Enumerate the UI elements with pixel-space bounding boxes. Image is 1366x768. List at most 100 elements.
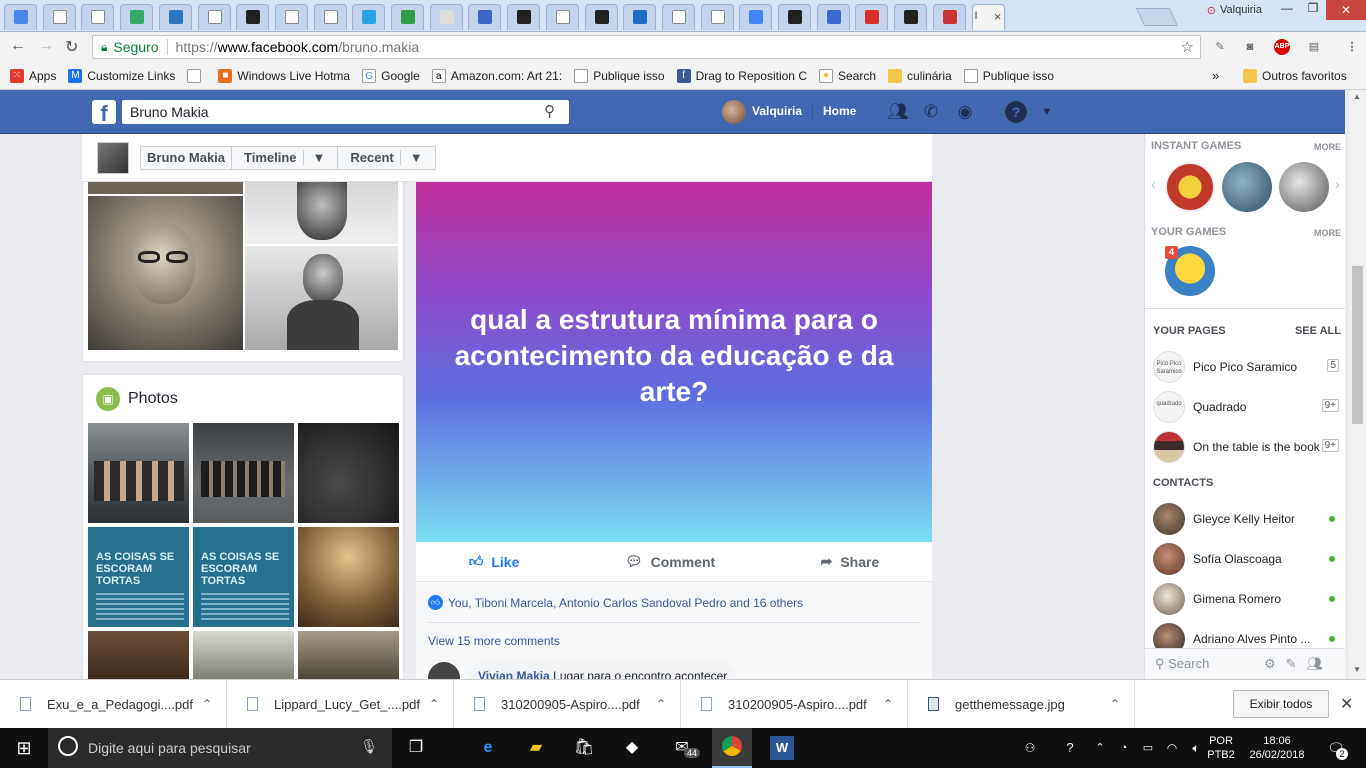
bookmark-item[interactable]: G Google: [362, 68, 420, 83]
extension-camera-icon[interactable]: ◙: [1242, 39, 1258, 55]
tray-chevron-icon[interactable]: ⌃: [1088, 736, 1112, 760]
chevron-up-icon[interactable]: ⌃: [429, 697, 439, 711]
page-item[interactable]: Pico Pico Saramico Pico Pico Saramico 5: [1153, 350, 1343, 384]
browser-profile[interactable]: ⊙ Valquiria: [1207, 4, 1262, 17]
chevron-right-icon[interactable]: ›: [1335, 176, 1340, 192]
close-downloads-icon[interactable]: ✕: [1340, 694, 1353, 714]
browser-tab[interactable]: [932, 4, 966, 30]
download-item[interactable]: 310200905-Aspiro....pdf ⌃: [681, 680, 908, 728]
timeline-dropdown[interactable]: Timeline ▼: [232, 147, 339, 169]
browser-tab[interactable]: [661, 4, 695, 30]
chat-options-icons[interactable]: ⚙✎👥︎: [1264, 649, 1333, 679]
download-item[interactable]: Exu_e_a_Pedagogi....pdf ⌃: [0, 680, 227, 728]
browser-tab[interactable]: [700, 4, 734, 30]
bookmarks-overflow[interactable]: »: [1212, 68, 1219, 83]
photos-title[interactable]: Photos: [128, 390, 178, 408]
bookmark-item[interactable]: M Customize Links: [68, 68, 175, 83]
bookmark-item[interactable]: Publique isso: [963, 68, 1054, 83]
extension-doc-icon[interactable]: ▤: [1306, 39, 1322, 55]
chevron-up-icon[interactable]: ⌃: [656, 697, 666, 711]
wifi-icon[interactable]: ◠: [1160, 736, 1184, 760]
instant-games-more[interactable]: MORE: [1314, 142, 1341, 152]
chevron-up-icon[interactable]: ⌃: [202, 697, 212, 711]
browser-tab[interactable]: [42, 4, 76, 30]
recent-dropdown[interactable]: Recent ▼: [338, 147, 434, 169]
windows-start-icon[interactable]: ⊞: [12, 736, 36, 760]
page-item[interactable]: quadrado Quadrado 9+: [1153, 390, 1343, 424]
browser-tab[interactable]: [507, 4, 541, 30]
clock[interactable]: 18:06 26/02/2018: [1244, 734, 1310, 762]
bookmark-item[interactable]: [187, 68, 206, 83]
your-games-more[interactable]: MORE: [1314, 228, 1341, 238]
browser-tab[interactable]: [81, 4, 115, 30]
store-icon[interactable]: 🛍︎: [572, 736, 596, 760]
browser-tab[interactable]: [739, 4, 773, 30]
file-explorer-icon[interactable]: ▰: [524, 736, 548, 760]
photo-thumb[interactable]: [88, 423, 189, 523]
friends-icon[interactable]: 👥︎: [887, 101, 909, 123]
contact-item[interactable]: Gleyce Kelly Heitor: [1153, 502, 1343, 536]
messenger-icon[interactable]: ✆: [920, 101, 942, 123]
user-avatar[interactable]: [722, 100, 746, 124]
chevron-up-icon[interactable]: ⌃: [1110, 697, 1120, 711]
featured-photo[interactable]: [88, 196, 243, 350]
chrome-taskbar-button[interactable]: [712, 728, 752, 768]
browser-tab[interactable]: [778, 4, 811, 30]
browser-tab[interactable]: [623, 4, 657, 30]
browser-tab[interactable]: I ×: [971, 4, 1005, 30]
account-menu-icon[interactable]: ▼: [1036, 101, 1058, 123]
restore-button[interactable]: ❐: [1300, 1, 1326, 19]
chat-search-input[interactable]: ⚲ Search ⚙✎👥︎: [1145, 648, 1345, 679]
comment-button[interactable]: 💬︎ Comment: [625, 553, 715, 570]
download-item[interactable]: 310200905-Aspiro....pdf ⌃: [454, 680, 681, 728]
bookmark-item[interactable]: ✶ Search: [818, 68, 876, 83]
browser-tab[interactable]: [468, 4, 502, 30]
close-tab-icon[interactable]: ×: [994, 9, 1002, 24]
photo-thumb[interactable]: [193, 631, 294, 681]
uno-game-icon[interactable]: [1165, 162, 1215, 212]
browser-tab[interactable]: [313, 4, 347, 30]
reload-icon[interactable]: ↻: [65, 37, 78, 57]
page-scrollbar[interactable]: ▲ ▼: [1349, 90, 1366, 679]
word-icon[interactable]: W: [770, 736, 794, 760]
scroll-up-icon[interactable]: ▲: [1353, 92, 1361, 101]
contact-item[interactable]: Sofía Olascoaga: [1153, 542, 1343, 576]
new-tab-button[interactable]: [1135, 8, 1179, 26]
page-item[interactable]: On the table is the book 9+: [1153, 430, 1343, 464]
photo-thumb[interactable]: [298, 631, 399, 681]
profile-link[interactable]: Valquiria: [752, 104, 802, 118]
browser-tab[interactable]: [236, 4, 270, 30]
home-link[interactable]: Home: [823, 104, 856, 118]
bookmark-item[interactable]: f Drag to Reposition C: [676, 68, 807, 83]
browser-tab[interactable]: [816, 4, 850, 30]
download-item[interactable]: getthemessage.jpg ⌃: [908, 680, 1135, 728]
tray-icon[interactable]: ◔: [1112, 736, 1136, 760]
other-favorites[interactable]: Outros favoritos: [1243, 69, 1347, 83]
browser-tab[interactable]: [584, 4, 618, 30]
browser-tab[interactable]: [391, 4, 424, 30]
browser-tab[interactable]: [197, 4, 231, 30]
forward-icon[interactable]: →: [38, 37, 54, 55]
scroll-down-icon[interactable]: ▼: [1353, 665, 1361, 674]
bookmark-item[interactable]: Publique isso: [574, 68, 665, 83]
featured-photo[interactable]: [245, 182, 398, 244]
likers-line[interactable]: 👍︎ You, Tiboni Marcela, Antonio Carlos Sa…: [428, 595, 803, 610]
bookmark-star-icon[interactable]: ☆: [1181, 38, 1194, 56]
bookmark-item[interactable]: a Amazon.com: Art 21:: [431, 68, 562, 83]
like-button[interactable]: 👍︎ Like: [469, 553, 520, 570]
browser-tab[interactable]: [120, 4, 154, 30]
back-icon[interactable]: ←: [10, 37, 26, 55]
browser-tab[interactable]: [855, 4, 889, 30]
share-button[interactable]: ➦ Share: [821, 553, 880, 570]
people-icon[interactable]: ⚇: [1018, 736, 1042, 760]
profile-name-button[interactable]: Bruno Makia: [141, 147, 233, 169]
address-bar[interactable]: 🔒︎ Seguro https://www.facebook.com/bruno…: [92, 35, 1201, 59]
download-item[interactable]: Lippard_Lucy_Get_....pdf ⌃: [227, 680, 454, 728]
game-icon[interactable]: [1222, 162, 1272, 212]
featured-photo[interactable]: [88, 182, 243, 194]
featured-photo[interactable]: [245, 246, 398, 350]
photo-thumb[interactable]: AS COISAS SE ESCORAM TORTAS: [193, 527, 294, 627]
minimize-button[interactable]: —: [1274, 1, 1300, 19]
adblock-icon[interactable]: ABP: [1274, 39, 1290, 55]
bookmark-item[interactable]: culinária: [888, 68, 952, 83]
